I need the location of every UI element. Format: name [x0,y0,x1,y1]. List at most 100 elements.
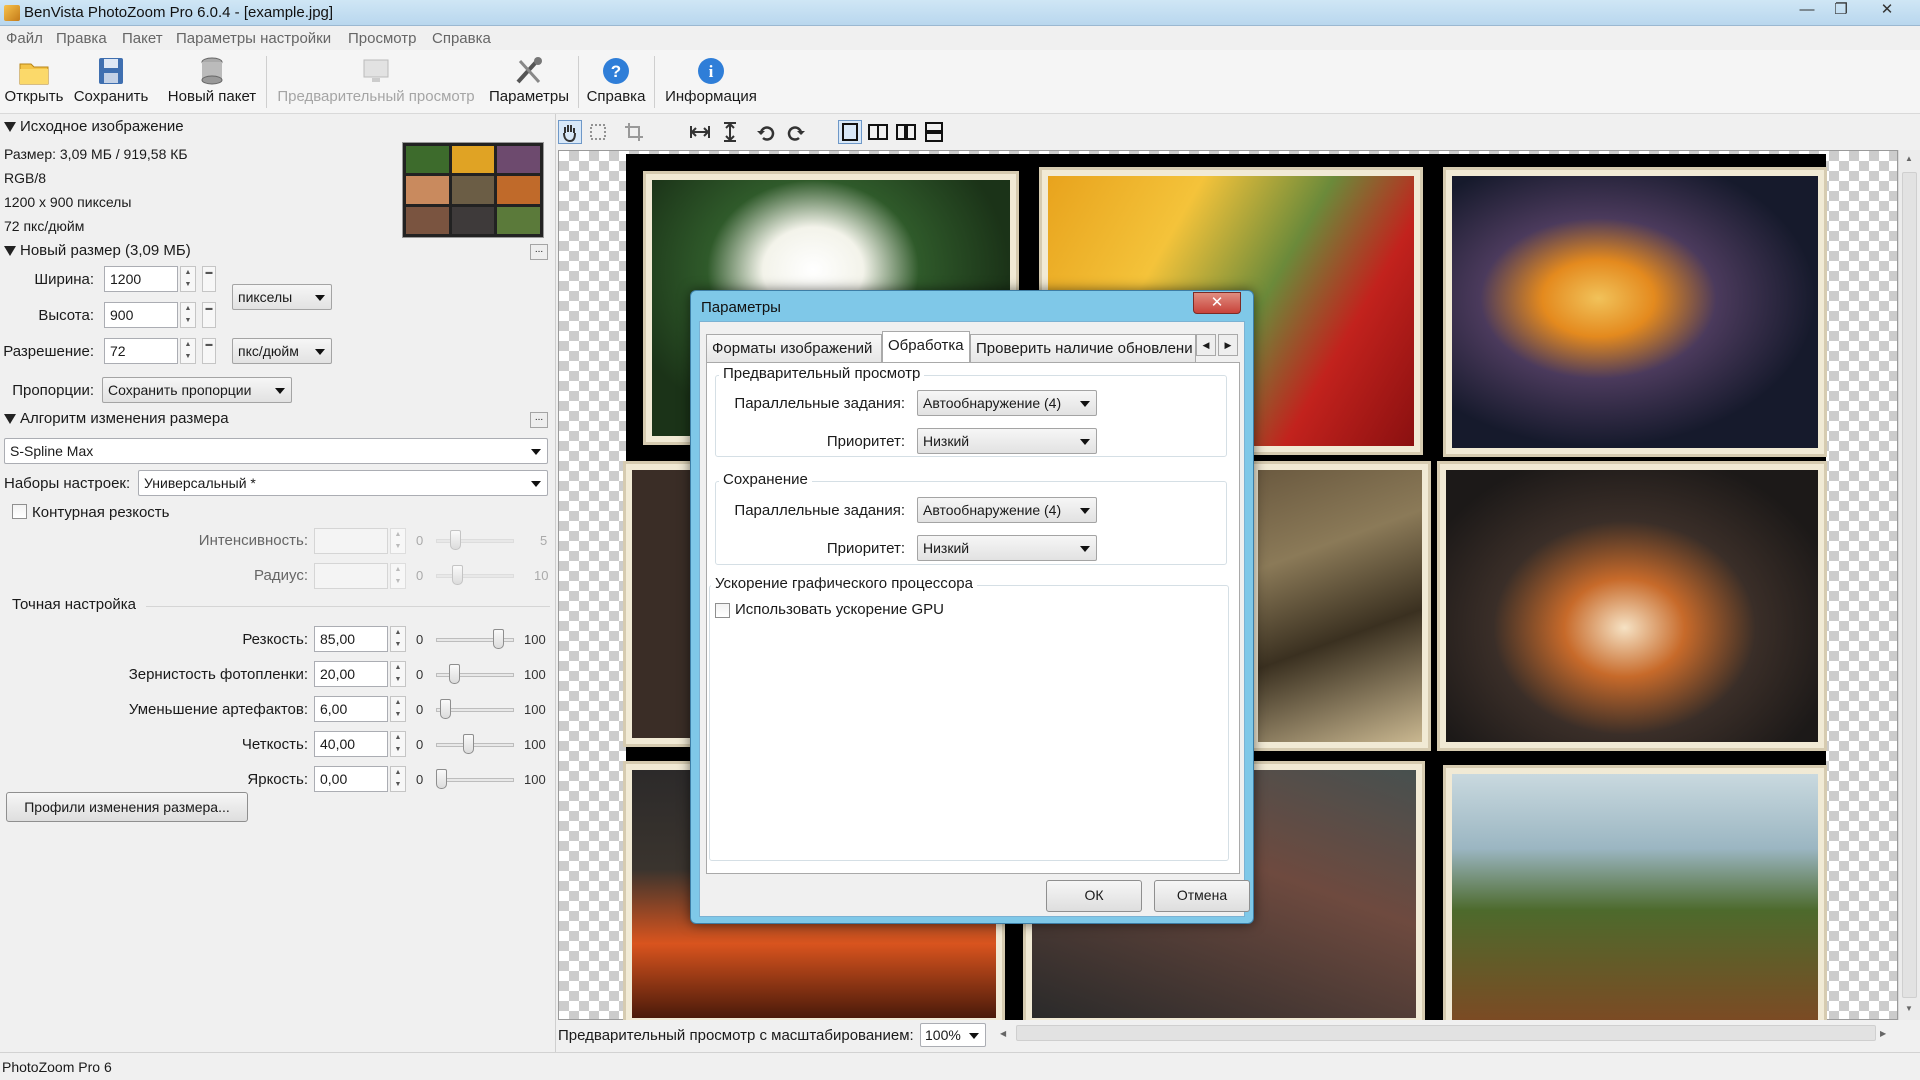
fine-tune-slider-track[interactable] [436,743,514,747]
menu-edit[interactable]: Правка [56,30,107,47]
height-spinner[interactable]: ▲ ▼ [180,302,196,328]
preview-priority-select[interactable]: Низкий [917,428,1097,454]
maximize-button[interactable]: ❐ [1820,0,1862,22]
preview-vertical-scrollbar[interactable]: ▲ ▼ [1898,150,1920,1020]
tab-scroll-left-icon[interactable]: ◀ [1196,334,1216,356]
hand-tool-button[interactable] [558,120,582,144]
fine-tune-spinner[interactable]: ▲ ▼ [390,661,406,687]
fine-tune-spinner[interactable]: ▲ ▼ [390,626,406,652]
dialog-close-button[interactable]: ✕ [1193,292,1241,314]
side-by-side-button[interactable] [894,120,918,144]
scroll-left-icon[interactable]: ◀ [1000,1029,1006,1038]
menu-settings[interactable]: Параметры настройки [176,30,331,47]
menu-help[interactable]: Справка [432,30,491,47]
open-button[interactable]: Открыть [2,50,66,114]
menu-file[interactable]: Файл [6,30,43,47]
resolution-input[interactable]: 72 [104,338,178,364]
rotate-left-button[interactable] [754,120,778,144]
tab-check-updates[interactable]: Проверить наличие обновлени [970,334,1196,362]
save-button[interactable]: Сохранить [72,50,150,114]
fine-tune-slider-thumb[interactable] [463,734,474,754]
split-view-button[interactable] [866,120,890,144]
fine-tune-slider-thumb[interactable] [440,699,451,719]
help-icon: ? [603,58,629,84]
intensity-input[interactable] [314,528,388,554]
scroll-down-icon[interactable]: ▼ [1905,1004,1913,1013]
resolution-spinner[interactable]: ▲ ▼ [180,338,196,364]
resolution-link-toggle[interactable]: ▬ [202,338,216,364]
fine-tune-slider-thumb[interactable] [436,769,447,789]
fine-tune-slider-track[interactable] [436,673,514,677]
tab-scroll-right-icon[interactable]: ▶ [1218,334,1238,356]
radius-spinner[interactable]: ▲ ▼ [390,563,406,589]
saving-priority-label: Приоритет: [826,540,905,557]
menu-view[interactable]: Просмотр [348,30,417,47]
saving-priority-select[interactable]: Низкий [917,535,1097,561]
rotate-right-button[interactable] [784,120,808,144]
intensity-spinner[interactable]: ▲ ▼ [390,528,406,554]
cancel-button[interactable]: Отмена [1154,880,1250,912]
radius-slider-thumb[interactable] [452,565,463,585]
fit-width-button[interactable] [688,120,712,144]
fit-height-button[interactable] [718,120,742,144]
tab-processing[interactable]: Обработка [882,331,970,363]
preview-button[interactable]: Предварительный просмотр [272,50,480,114]
algorithm-header[interactable]: Алгоритм изменения размера [4,410,229,427]
width-link-toggle[interactable]: ▬ [202,266,216,292]
height-input[interactable]: 900 [104,302,178,328]
main-toolbar: Открыть Сохранить Новый пакет Предварите… [0,50,1920,114]
unsharp-checkbox[interactable] [12,504,27,519]
selection-tool-button[interactable] [586,120,610,144]
intensity-slider-track[interactable] [436,539,514,543]
radius-slider-track[interactable] [436,574,514,578]
preset-select[interactable]: Универсальный * [138,470,548,496]
preview-jobs-select[interactable]: Автообнаружение (4) [917,390,1097,416]
single-view-button[interactable] [838,120,862,144]
resize-profiles-button[interactable]: Профили изменения размера... [6,792,248,822]
radius-input[interactable] [314,563,388,589]
fine-tune-slider-track[interactable] [436,778,514,782]
ok-button[interactable]: ОК [1046,880,1142,912]
fine-tune-input[interactable]: 85,00 [314,626,388,652]
fine-tune-slider-thumb[interactable] [449,664,460,684]
proportions-select[interactable]: Сохранить пропорции [102,377,292,403]
new-size-header[interactable]: Новый размер (3,09 МБ) [4,242,191,259]
stacked-view-button[interactable] [922,120,946,144]
help-button[interactable]: ? Справка [584,50,648,114]
vertical-scroll-thumb[interactable] [1902,172,1917,998]
info-button[interactable]: i Информация [660,50,762,114]
method-select[interactable]: S-Spline Max [4,438,548,464]
svg-text:?: ? [611,62,621,81]
crop-tool-button[interactable] [622,120,646,144]
close-button[interactable]: ✕ [1866,0,1908,22]
width-spinner[interactable]: ▲ ▼ [180,266,196,292]
source-header[interactable]: Исходное изображение [4,118,184,135]
fine-tune-spinner[interactable]: ▲ ▼ [390,696,406,722]
new-batch-button[interactable]: Новый пакет [164,50,260,114]
algorithm-more-button[interactable]: ... [530,412,548,428]
window-title: BenVista PhotoZoom Pro 6.0.4 - [example.… [24,4,334,21]
fine-tune-input[interactable]: 0,00 [314,766,388,792]
fine-tune-input[interactable]: 6,00 [314,696,388,722]
intensity-slider-thumb[interactable] [450,530,461,550]
scroll-right-icon[interactable]: ▶ [1880,1029,1886,1038]
tab-image-formats[interactable]: Форматы изображений [706,334,882,362]
new-size-more-button[interactable]: ... [530,244,548,260]
menu-batch[interactable]: Пакет [122,30,163,47]
gpu-checkbox[interactable] [715,603,730,618]
zoom-select[interactable]: 100% [920,1023,986,1047]
saving-jobs-select[interactable]: Автообнаружение (4) [917,497,1097,523]
view-toolbar [558,116,1920,150]
settings-button[interactable]: Параметры [486,50,572,114]
fine-tune-spinner[interactable]: ▲ ▼ [390,731,406,757]
horizontal-scroll-thumb[interactable] [1016,1025,1876,1041]
fine-tune-slider-thumb[interactable] [493,629,504,649]
resolution-units-select[interactable]: пкс/дюйм [232,338,332,364]
fine-tune-input[interactable]: 20,00 [314,661,388,687]
fine-tune-spinner[interactable]: ▲ ▼ [390,766,406,792]
fine-tune-input[interactable]: 40,00 [314,731,388,757]
height-link-toggle[interactable]: ▬ [202,302,216,328]
width-input[interactable]: 1200 [104,266,178,292]
units-select[interactable]: пикселы [232,284,332,310]
scroll-up-icon[interactable]: ▲ [1905,154,1913,163]
